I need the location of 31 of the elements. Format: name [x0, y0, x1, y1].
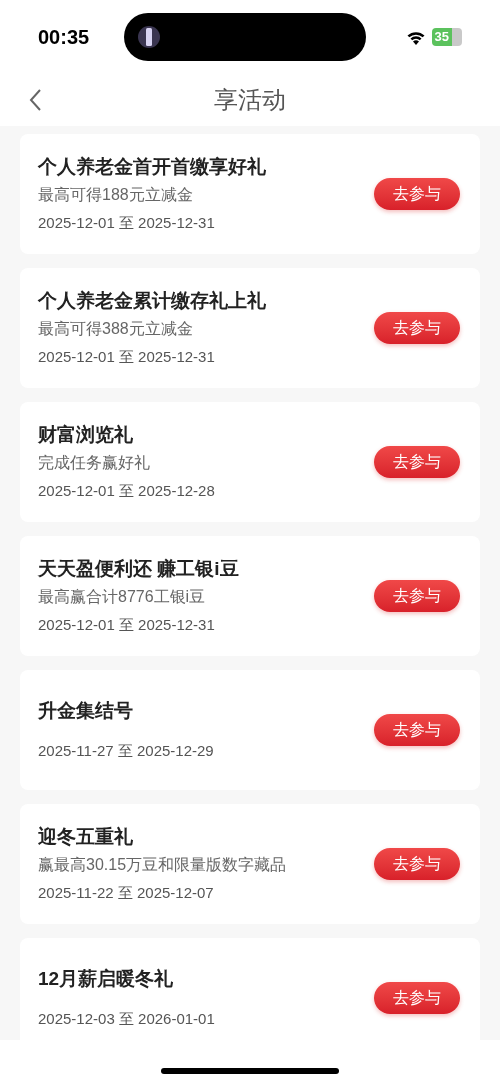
activity-title: 个人养老金首开首缴享好礼: [38, 155, 267, 179]
activity-title: 个人养老金累计缴存礼上礼: [38, 289, 267, 313]
activity-dates: 2025-12-01 至 2025-12-31: [38, 213, 216, 233]
activity-subtitle: 最高可得388元立减金: [38, 319, 194, 339]
activity-subtitle: 最高赢合计8776工银i豆: [38, 587, 207, 607]
wifi-icon: [405, 29, 426, 45]
battery-level: 35: [431, 28, 462, 46]
activity-dates: 2025-11-27 至 2025-12-29: [38, 741, 215, 761]
activity-title: 12月薪启暖冬礼: [38, 967, 175, 991]
activity-dates: 2025-12-03 至 2026-01-01: [38, 1009, 216, 1029]
join-button[interactable]: 去参与: [374, 312, 460, 344]
join-button[interactable]: 去参与: [374, 178, 460, 210]
activity-dates: 2025-12-01 至 2025-12-28: [38, 481, 216, 501]
activity-dates: 2025-12-01 至 2025-12-31: [38, 615, 216, 635]
activity-title: 迎冬五重礼: [38, 825, 134, 849]
back-icon[interactable]: [28, 88, 42, 112]
activity-subtitle: 最高可得188元立减金: [38, 185, 194, 205]
join-button[interactable]: 去参与: [374, 446, 460, 478]
join-button[interactable]: 去参与: [374, 714, 460, 746]
activity-subtitle: 完成任务赢好礼: [38, 453, 151, 473]
activity-subtitle: 赢最高30.15万豆和限量版数字藏品: [38, 855, 288, 875]
page-title: 享活动: [214, 85, 286, 115]
activity-title: 天天盈便利还 赚工银i豆: [38, 557, 240, 581]
status-time: 00:35: [38, 25, 91, 50]
join-button[interactable]: 去参与: [374, 982, 460, 1014]
join-button[interactable]: 去参与: [374, 580, 460, 612]
activity-title: 升金集结号: [38, 699, 134, 723]
activity-dates: 2025-11-22 至 2025-12-07: [38, 883, 215, 903]
join-button[interactable]: 去参与: [374, 848, 460, 880]
activity-title: 财富浏览礼: [38, 423, 134, 447]
activity-dates: 2025-12-01 至 2025-12-31: [38, 347, 216, 367]
